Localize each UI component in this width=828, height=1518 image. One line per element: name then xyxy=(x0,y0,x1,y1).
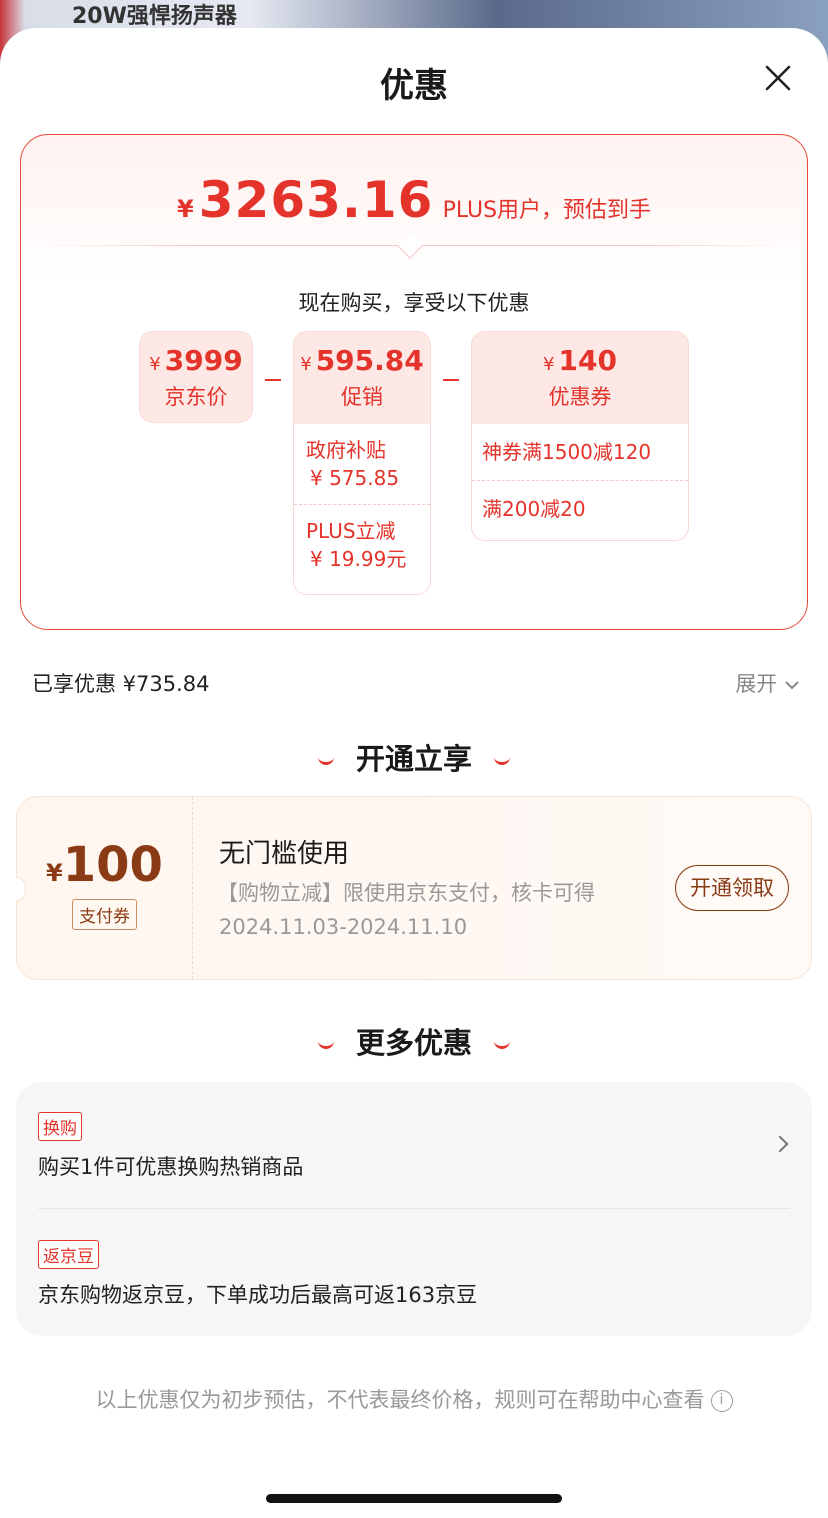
info-icon[interactable]: i xyxy=(710,1390,733,1412)
coupon-label: 优惠券 xyxy=(548,385,612,409)
coupon-period: 2024.11.03-2024.11.10 xyxy=(219,915,468,939)
promotion-item: PLUS立减 ¥ 19.99元 xyxy=(294,504,430,585)
coupon-item: 神券满1500减120 xyxy=(482,440,652,464)
section-title-open: 开通立享 xyxy=(0,736,828,778)
price-summary-card: ¥ 3263.16 PLUS用户，预估到手 现在购买，享受以下优惠 ¥3999 … xyxy=(20,134,808,630)
trade-in-row[interactable]: 换购 购买1件可优惠换购热销商品 xyxy=(38,1112,790,1181)
banner-text: 20W强悍扬声器 xyxy=(72,4,237,29)
coupon-box: ¥140 优惠券 神券满1500减120 满200减20 xyxy=(471,331,689,541)
divider-notch xyxy=(397,233,423,259)
enjoyed-discount: 已享优惠 ¥735.84 xyxy=(32,672,210,696)
expand-label: 展开 xyxy=(735,672,778,696)
expand-button[interactable]: 展开 xyxy=(735,668,800,698)
deco-icon xyxy=(494,1041,510,1049)
activate-claim-button[interactable]: 开通领取 xyxy=(675,865,789,911)
deco-icon xyxy=(317,757,334,765)
promotion-amount: ¥595.84 xyxy=(300,344,424,377)
divider xyxy=(38,1208,790,1209)
more-discounts-card: 换购 购买1件可优惠换购热销商品 返京豆 京东购物返京豆，下单成功后最高可返16… xyxy=(16,1082,812,1336)
trade-in-badge: 换购 xyxy=(38,1112,82,1141)
jd-beans-desc: 京东购物返京豆，下单成功后最高可返163京豆 xyxy=(38,1283,478,1307)
jd-beans-badge: 返京豆 xyxy=(38,1240,99,1269)
promotion-box: ¥595.84 促销 政府补贴 ¥ 575.85 PLUS立减 ¥ 19.99元 xyxy=(293,331,431,595)
footnote-text: 以上优惠仅为初步预估，不代表最终价格，规则可在帮助中心查看 xyxy=(95,1388,705,1412)
jd-price-box: ¥3999 京东价 xyxy=(139,331,253,423)
coupon-value-area: ¥100 支付券 xyxy=(17,797,193,979)
coupon-type-tag: 支付券 xyxy=(72,899,137,930)
final-price-note: PLUS用户，预估到手 xyxy=(442,198,652,223)
promotion-item: 政府补贴 ¥ 575.85 xyxy=(306,438,400,490)
deco-icon xyxy=(317,1041,334,1049)
jd-price-label: 京东价 xyxy=(164,385,228,409)
sheet-title: 优惠 xyxy=(380,66,448,106)
minus-sign xyxy=(265,379,281,381)
coupon-item: 满200减20 xyxy=(472,480,688,537)
footnote: 以上优惠仅为初步预估，不代表最终价格，规则可在帮助中心查看 i xyxy=(0,1384,828,1414)
deco-icon xyxy=(494,757,510,765)
section-title-more: 更多优惠 xyxy=(0,1020,828,1062)
chevron-down-icon xyxy=(785,681,799,690)
jd-price-amount: ¥3999 xyxy=(149,344,243,377)
promotion-label: 促销 xyxy=(341,385,383,409)
close-icon[interactable] xyxy=(764,64,792,92)
intro-text: 现在购买，享受以下优惠 xyxy=(298,291,530,315)
payment-coupon-card: ¥100 支付券 无门槛使用 【购物立减】限使用京东支付，核卡可得 2024.1… xyxy=(16,796,812,980)
final-price: ¥ 3263.16 PLUS用户，预估到手 xyxy=(21,171,807,229)
final-price-currency: ¥ xyxy=(176,195,194,223)
coupon-value: ¥100 xyxy=(46,837,163,893)
trade-in-desc: 购买1件可优惠换购热销商品 xyxy=(38,1155,304,1179)
coupon-title: 无门槛使用 xyxy=(219,839,350,869)
home-indicator[interactable] xyxy=(266,1494,562,1503)
coupon-amount: ¥140 xyxy=(543,344,617,377)
discount-sheet: 优惠 ¥ 3263.16 PLUS用户，预估到手 现在购买，享受以下优惠 ¥39… xyxy=(0,28,828,1518)
coupon-desc: 【购物立减】限使用京东支付，核卡可得 xyxy=(217,881,595,905)
final-price-amount: 3263.16 xyxy=(198,171,434,229)
minus-sign xyxy=(443,379,459,381)
jd-beans-row: 返京豆 京东购物返京豆，下单成功后最高可返163京豆 xyxy=(38,1240,790,1309)
